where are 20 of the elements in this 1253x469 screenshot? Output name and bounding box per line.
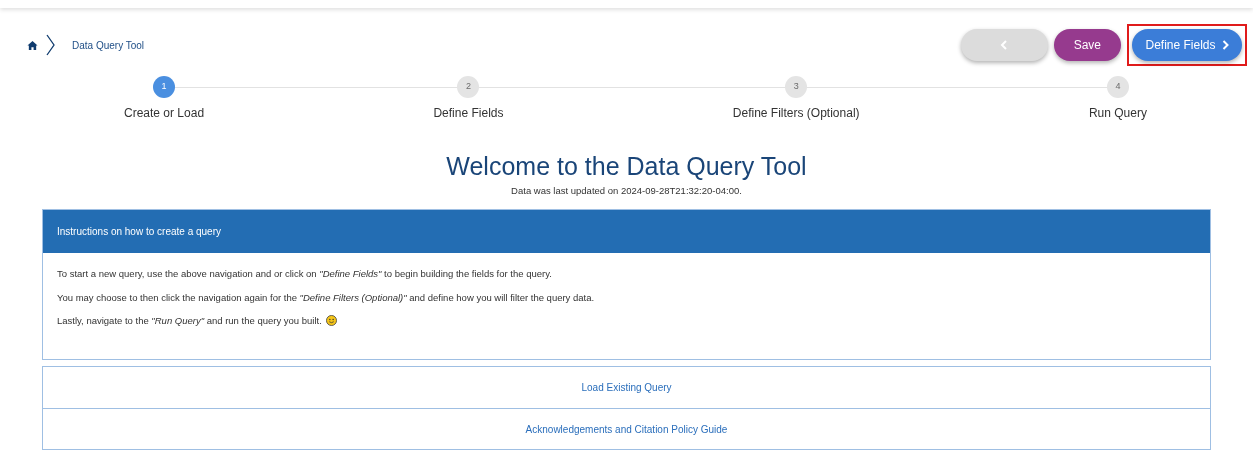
instruction-text: You may choose to then click the navigation again for the "Define Filters (Optional)" and define how you will filter the query data. [57, 290, 595, 305]
step-label: Create or Load [124, 105, 205, 122]
save-button[interactable]: Save [1053, 29, 1121, 61]
breadcrumb-link[interactable]: Data Query Tool [72, 37, 145, 53]
chevron-right-icon [46, 34, 55, 56]
chevron-right-icon [1221, 40, 1229, 50]
home-icon[interactable] [27, 39, 38, 51]
instruction-text: To start a new query, use the above navigation and or click on "Define Fields" to begin building the fields for the query. [57, 267, 552, 282]
define-fields-button[interactable]: Define Fields [1132, 29, 1242, 61]
instruction-text: Lastly, navigate to the "Run Query" and run the query you built. [57, 313, 322, 328]
page-title: Welcome to the Data Query Tool [446, 151, 807, 181]
step-label: Define Filters (Optional) [732, 105, 860, 122]
instructions-heading: Instructions on how to create a query [57, 225, 221, 240]
accordion-header[interactable]: Load Existing Query [43, 367, 1210, 409]
step-label: Define Fields [433, 105, 504, 122]
chevron-left-icon [1000, 40, 1009, 50]
accordion-header[interactable]: Acknowledgements and Citation Policy Guide [43, 408, 1210, 450]
step-label: Run Query [1088, 105, 1147, 122]
smiley-icon [325, 315, 337, 327]
last-updated-text: Data was last updated on 2024-09-28T21:32:20-04:00. [511, 184, 742, 198]
